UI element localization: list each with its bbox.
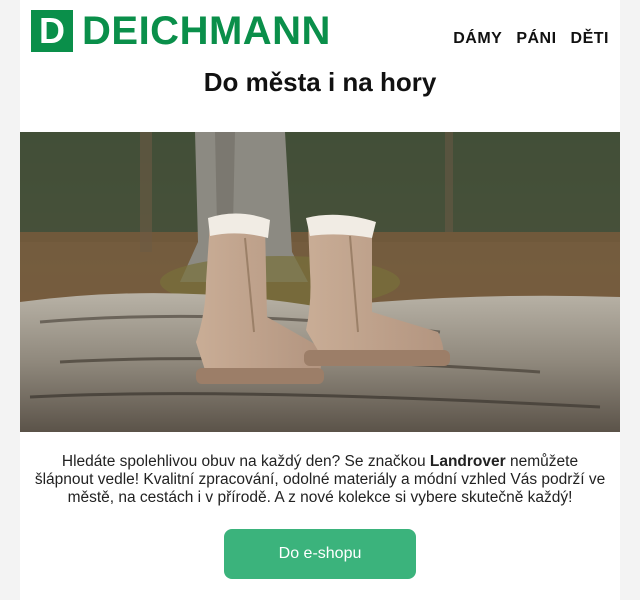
hero-image[interactable] (20, 132, 620, 432)
logo-letter: D (39, 10, 65, 51)
logo-wordmark: DEICHMANN (82, 9, 331, 53)
top-nav: DÁMY PÁNI DĚTI (453, 30, 609, 48)
nav-link-damy[interactable]: DÁMY (453, 30, 502, 48)
body-brand-name: Landrover (429, 453, 506, 470)
headline: Do města i na hory (203, 67, 437, 97)
nav-link-deti[interactable]: DĚTI (571, 30, 609, 48)
deichmann-logo[interactable]: D DEICHMANN (31, 10, 331, 52)
eshop-button[interactable]: Do e-shopu (224, 529, 416, 579)
nav-link-pani[interactable]: PÁNI (516, 30, 556, 48)
header: D DEICHMANN DÁMY PÁNI DĚTI (20, 0, 620, 62)
logo-mark: D (31, 10, 73, 52)
body-text-part1: Hledáte spolehlivou obuv na každý den? S… (61, 453, 430, 470)
email-page: D DEICHMANN DÁMY PÁNI DĚTI Do města i na… (20, 0, 620, 600)
boots-photo-illustration (20, 132, 620, 432)
body-text: Hledáte spolehlivou obuv na každý den? S… (34, 453, 606, 507)
